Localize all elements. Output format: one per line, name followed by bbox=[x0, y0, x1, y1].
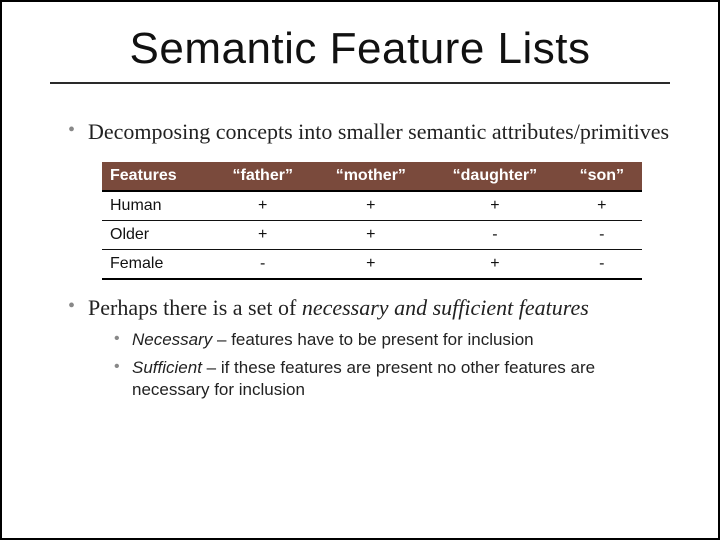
cell-value: + bbox=[314, 249, 429, 279]
cell-value: + bbox=[314, 191, 429, 221]
cell-value: + bbox=[562, 191, 642, 221]
bullet-perhaps: Perhaps there is a set of necessary and … bbox=[68, 294, 670, 402]
sub-bullet-list: Necessary – features have to be present … bbox=[88, 321, 670, 401]
sub-bullet-necessary: Necessary – features have to be present … bbox=[114, 329, 670, 351]
text: Perhaps there is a set of bbox=[88, 295, 302, 320]
col-son: “son” bbox=[562, 162, 642, 191]
cell-value: + bbox=[428, 249, 562, 279]
cell-value: - bbox=[212, 249, 314, 279]
cell-value: - bbox=[562, 249, 642, 279]
cell-value: - bbox=[428, 220, 562, 249]
col-father: “father” bbox=[212, 162, 314, 191]
cell-feature: Human bbox=[102, 191, 212, 221]
feature-table-wrap: Features “father” “mother” “daughter” “s… bbox=[50, 156, 670, 294]
table-row: Human + + + + bbox=[102, 191, 642, 221]
bullet-list: Decomposing concepts into smaller semant… bbox=[50, 118, 670, 146]
em-necessary: Necessary bbox=[132, 330, 212, 349]
cell-value: + bbox=[212, 220, 314, 249]
slide: Semantic Feature Lists Decomposing conce… bbox=[0, 0, 720, 540]
bullet-list-2: Perhaps there is a set of necessary and … bbox=[50, 294, 670, 402]
cell-feature: Female bbox=[102, 249, 212, 279]
text: – features have to be present for inclus… bbox=[212, 330, 533, 349]
col-daughter: “daughter” bbox=[428, 162, 562, 191]
table-row: Female - + + - bbox=[102, 249, 642, 279]
text: – if these features are present no other… bbox=[132, 358, 595, 399]
bullet-decomposing: Decomposing concepts into smaller semant… bbox=[68, 118, 670, 146]
table-row: Older + + - - bbox=[102, 220, 642, 249]
em-necessary-sufficient: necessary and sufficient features bbox=[302, 295, 589, 320]
cell-value: + bbox=[428, 191, 562, 221]
col-mother: “mother” bbox=[314, 162, 429, 191]
slide-title: Semantic Feature Lists bbox=[50, 24, 670, 74]
sub-bullet-sufficient: Sufficient – if these features are prese… bbox=[114, 357, 670, 401]
title-underline bbox=[50, 82, 670, 84]
col-features: Features bbox=[102, 162, 212, 191]
cell-value: - bbox=[562, 220, 642, 249]
feature-table: Features “father” “mother” “daughter” “s… bbox=[102, 162, 642, 280]
em-sufficient: Sufficient bbox=[132, 358, 202, 377]
cell-value: + bbox=[212, 191, 314, 221]
table-header-row: Features “father” “mother” “daughter” “s… bbox=[102, 162, 642, 191]
cell-value: + bbox=[314, 220, 429, 249]
cell-feature: Older bbox=[102, 220, 212, 249]
